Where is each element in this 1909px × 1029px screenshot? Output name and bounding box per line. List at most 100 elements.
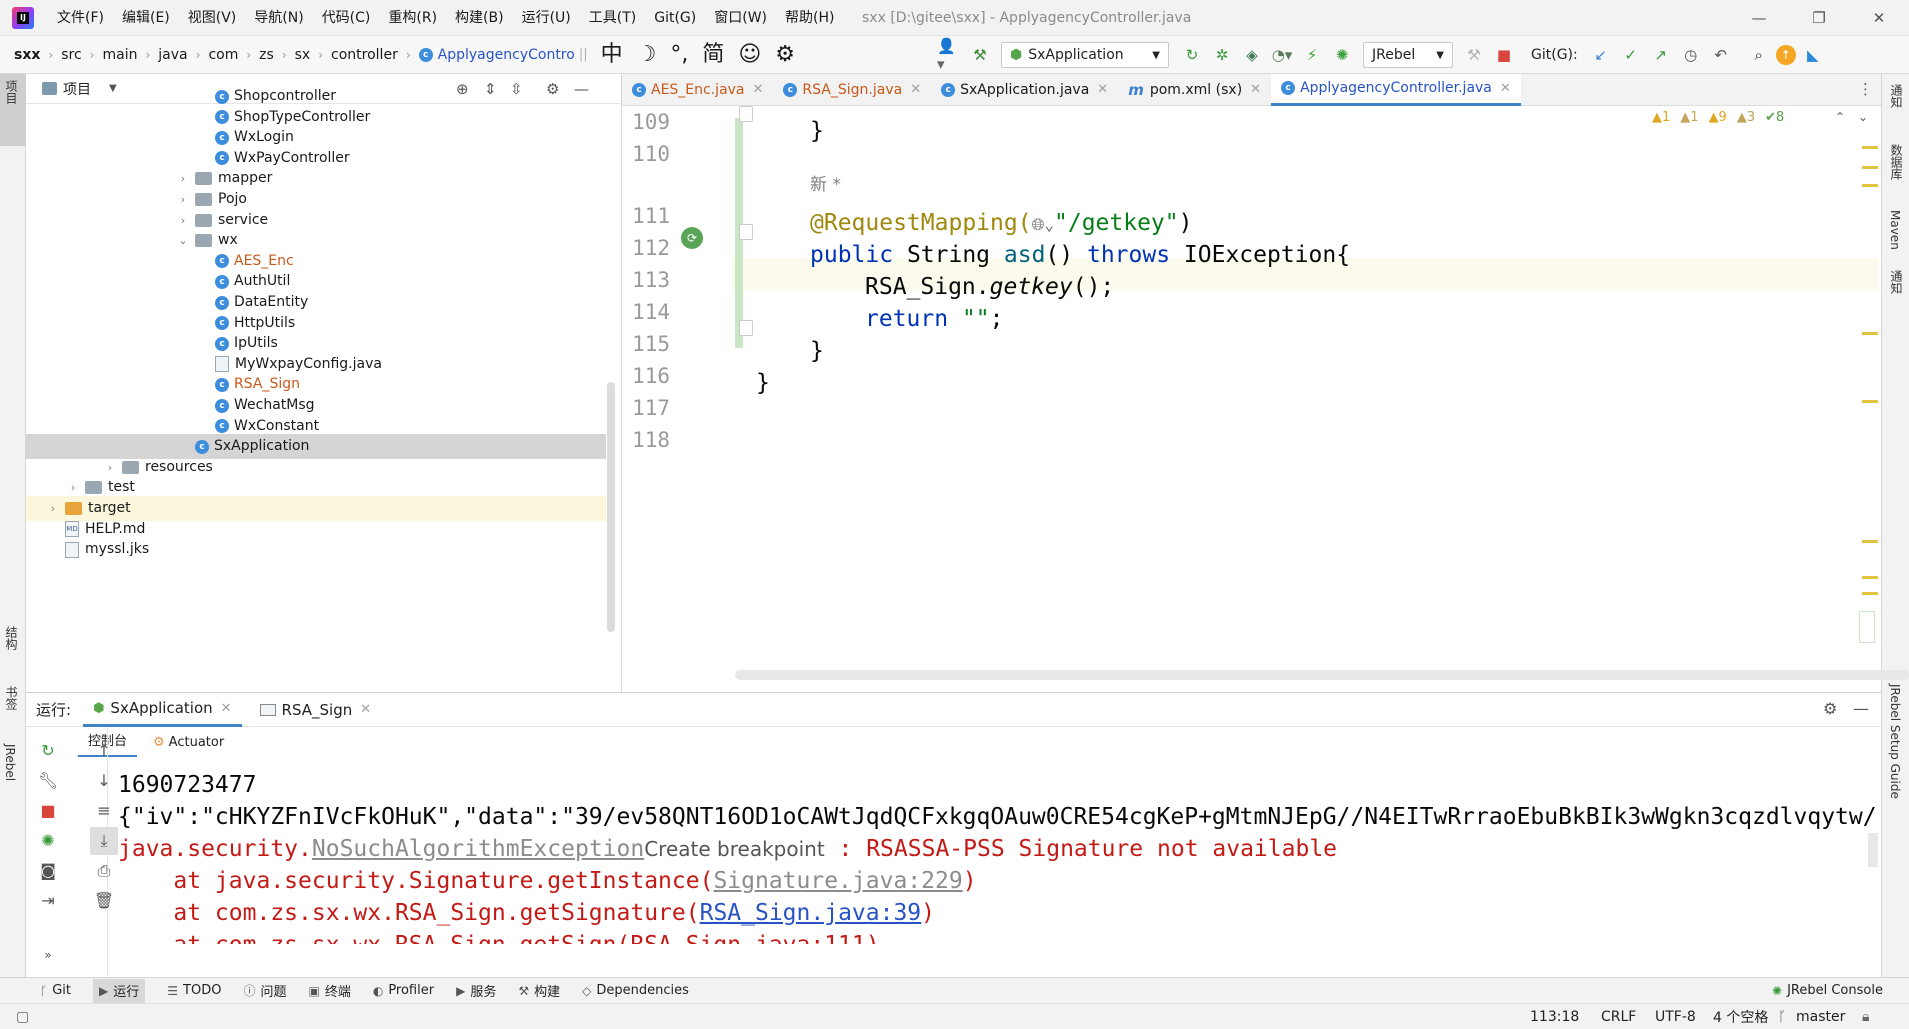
create-breakpoint-link[interactable]: Create breakpoint [644, 837, 824, 861]
hammer-disabled-icon[interactable]: ⚒ [1461, 42, 1487, 68]
menu-item[interactable]: 帮助(H) [776, 0, 843, 36]
stack-link[interactable]: Signature.java:229 [713, 868, 962, 894]
fold-icon[interactable] [739, 106, 753, 122]
inspection-widget[interactable]: ▲1 ▲1 ▲9 ▲3 ✔8 [1652, 110, 1794, 125]
down-arrow-icon[interactable]: ↓ [90, 767, 118, 795]
breadcrumb-item[interactable]: ApplyagencyContro [438, 47, 575, 63]
run-config-select[interactable]: ⬢ SxApplication ▼ [1001, 42, 1169, 68]
inspection-count[interactable]: ▲3 [1737, 110, 1755, 125]
wrench-icon[interactable]: 🔧︎ [34, 767, 62, 795]
breadcrumb-item[interactable]: java [158, 47, 187, 63]
jrebel-setup-guide-button[interactable]: JRebel Setup Guide [1888, 684, 1902, 799]
expand-all-icon[interactable]: ⇕ [484, 80, 497, 98]
rerun-icon[interactable]: ↻ [1179, 42, 1205, 68]
menu-item[interactable]: Git(G) [645, 0, 705, 36]
git-update-icon[interactable]: ↙ [1588, 42, 1614, 68]
vertical-scrollbar[interactable] [1859, 611, 1875, 643]
indent-setting[interactable]: 4 个空格 [1713, 1007, 1768, 1027]
ime-settings-icon[interactable]: ⚙ [775, 36, 795, 74]
bottom-tool-1[interactable]: ▶ 运行 [93, 978, 146, 1003]
jrebel-debug-icon[interactable]: ✺ [1329, 42, 1355, 68]
stack-link[interactable]: RSA_Sign.java:39 [700, 900, 922, 926]
exit-icon[interactable]: ⇥ [34, 887, 62, 915]
stop-icon[interactable]: ■ [34, 797, 62, 825]
hide-panel-icon[interactable]: — [574, 80, 589, 98]
jrebel-icon[interactable]: ✺ [34, 827, 62, 855]
breadcrumb-item[interactable]: main [102, 47, 137, 63]
update-icon[interactable]: ↑ [1775, 45, 1796, 65]
breadcrumb-item[interactable]: src [61, 47, 81, 63]
horizontal-scrollbar[interactable] [735, 670, 1909, 680]
inspection-count[interactable]: ▲1 [1680, 110, 1698, 125]
print-icon[interactable]: ⎙ [90, 857, 118, 885]
user-icon[interactable]: 👤▾ [937, 37, 963, 73]
jrebel-tool-button[interactable]: JRebel [3, 744, 17, 781]
maximize-icon[interactable]: ❐ [1790, 0, 1848, 36]
bottom-tool-2[interactable]: ☰ TODO [167, 983, 221, 998]
run-tab-rsa-sign[interactable]: RSA_Sign ✕ [250, 693, 382, 727]
debug-icon[interactable]: ✲ [1209, 42, 1235, 68]
lock-icon[interactable]: 🔒︎ [1862, 1009, 1869, 1025]
notif2-tool-button[interactable]: 通知 [1888, 270, 1905, 294]
rollback-icon[interactable]: ↶ [1708, 42, 1734, 68]
actuator-tab[interactable]: Actuator [169, 735, 225, 750]
menu-item[interactable]: 构建(B) [446, 0, 513, 36]
gear-icon[interactable]: ⚙ [1823, 699, 1837, 718]
file-encoding[interactable]: UTF-8 [1655, 1009, 1696, 1025]
project-tool-button[interactable]: 项目 [3, 80, 20, 104]
more-icon[interactable]: » [34, 941, 62, 969]
jrebel-console-button[interactable]: ✺ JRebel Console [1772, 983, 1883, 998]
jrebel-select[interactable]: JRebel ▼ [1363, 42, 1453, 68]
minimize-icon[interactable]: — [1730, 0, 1788, 36]
editor-tab[interactable]: c AES_Enc.java ✕ [622, 74, 773, 106]
menu-item[interactable]: 视图(V) [179, 0, 246, 36]
code-editor[interactable]: 109 110 111 112 113 114 115 116 117 118 ⟳ } 新 * @… [622, 106, 1909, 688]
ime-chinese-icon[interactable]: 中 [601, 36, 623, 74]
history-icon[interactable]: ◷ [1678, 42, 1704, 68]
coverage-icon[interactable]: ◈ [1239, 42, 1265, 68]
inspection-count[interactable]: ▲1 [1652, 110, 1670, 125]
menu-item[interactable]: 文件(F) [48, 0, 113, 36]
layout-icon[interactable]: ▢ [16, 1009, 29, 1025]
collapse-all-icon[interactable]: ⇳ [510, 80, 523, 98]
chevron-down-icon[interactable]: ⌄ [1858, 110, 1868, 124]
request-mapping-gutter-icon[interactable]: ⟳ [681, 227, 703, 249]
git-push-icon[interactable]: ↗ [1648, 42, 1674, 68]
exception-link[interactable]: NoSuchAlgorithmException [312, 836, 644, 862]
structure-tool-button[interactable]: 结构 [3, 626, 20, 650]
rerun-icon[interactable]: ↻ [34, 737, 62, 765]
scroll-to-end-icon[interactable]: ⤓ [90, 827, 118, 855]
profile-icon[interactable]: ◔▾ [1269, 42, 1295, 68]
build-hammer-icon[interactable]: ⚒ [967, 42, 993, 68]
bottom-tool-5[interactable]: ◐ Profiler [373, 983, 434, 998]
tree-item[interactable]: myssl.jks [65, 537, 149, 562]
bookmarks-tool-button[interactable]: 书签 [3, 686, 20, 710]
menu-item[interactable]: 导航(N) [245, 0, 312, 36]
soft-wrap-icon[interactable]: ≡ [90, 797, 118, 825]
close-icon[interactable]: ✕ [1250, 82, 1261, 97]
run-tab-sxapplication[interactable]: ⬢ SxApplication ✕ [83, 693, 242, 727]
bottom-tool-0[interactable]: ᚴ Git [40, 983, 71, 998]
console-scrollbar[interactable] [1868, 833, 1878, 867]
cursor-position[interactable]: 113:18 [1530, 1009, 1579, 1025]
ime-punct-icon[interactable]: °, [670, 36, 688, 74]
notifications-tool-button[interactable]: 通知 [1888, 84, 1905, 108]
globe-icon[interactable]: 🌐︎⌄ [1032, 215, 1054, 234]
chevron-up-icon[interactable]: ⌃ [1835, 110, 1845, 124]
gear-icon[interactable]: ⚙ [546, 80, 559, 98]
fold-icon[interactable] [739, 320, 753, 336]
editor-tab[interactable]: m pom.xml (sx) ✕ [1118, 74, 1271, 106]
search-icon[interactable]: ⌕ [1746, 42, 1772, 68]
chevron-down-icon[interactable]: ⌄ [175, 228, 191, 253]
trash-icon[interactable]: 🗑︎ [90, 887, 118, 915]
bottom-tool-8[interactable]: ◇ Dependencies [582, 983, 689, 998]
breadcrumb-item[interactable]: sxx [14, 47, 40, 63]
bottom-tool-7[interactable]: ⚒ 构建 [518, 981, 560, 1001]
fold-icon[interactable] [739, 224, 753, 240]
chevron-down-icon[interactable]: ▼ [109, 83, 117, 94]
inspection-count[interactable]: ▲9 [1709, 110, 1727, 125]
close-icon[interactable]: ✕ [1500, 81, 1511, 96]
locate-icon[interactable]: ⊕ [456, 80, 469, 98]
close-icon[interactable]: ✕ [910, 82, 921, 97]
bottom-tool-3[interactable]: ⓘ 问题 [243, 981, 286, 1000]
